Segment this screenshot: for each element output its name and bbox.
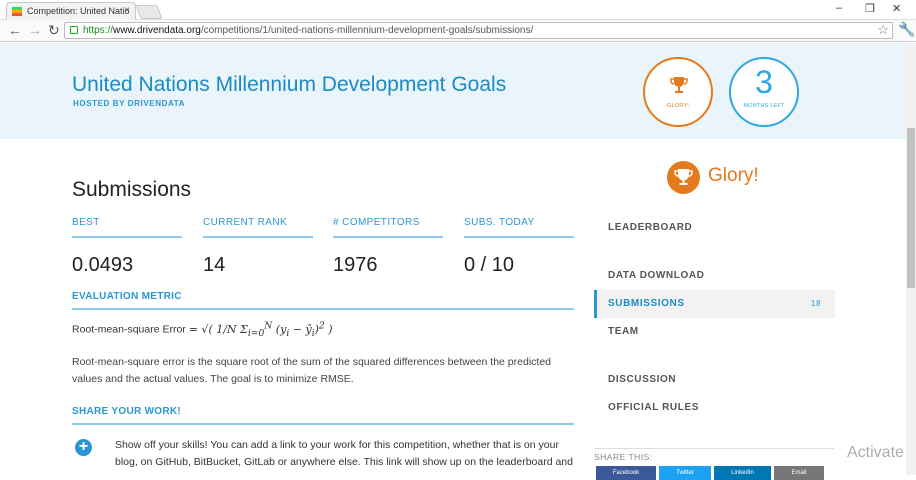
share-this-label: SHARE THIS: bbox=[594, 448, 834, 462]
sidebar-item-label: SUBMISSIONS bbox=[608, 298, 685, 309]
stat-competitors-value: 1976 bbox=[333, 254, 378, 276]
months-left-value: 3 bbox=[755, 64, 773, 100]
months-left-badge: 3 MONTHS LEFT bbox=[729, 57, 799, 127]
url-path: /competitions/1/united-nations-millenniu… bbox=[200, 25, 534, 36]
wrench-icon[interactable]: 🔧 bbox=[898, 21, 915, 38]
sidebar-item-discussion[interactable]: DISCUSSION bbox=[594, 366, 835, 394]
months-left-label: MONTHS LEFT bbox=[743, 103, 785, 109]
rmse-formula: Root-mean-square Error = √( 1/N Σi=0N (y… bbox=[72, 320, 333, 339]
sidebar-item-data-download[interactable]: DATA DOWNLOAD bbox=[594, 262, 835, 290]
back-icon[interactable]: ← bbox=[8, 22, 22, 38]
bookmark-star-icon[interactable]: ☆ bbox=[877, 22, 889, 37]
stat-best-label: BEST bbox=[72, 217, 182, 238]
scrollbar[interactable] bbox=[906, 43, 916, 475]
stat-best-value: 0.0493 bbox=[72, 254, 134, 276]
share-twitter-button[interactable]: Twitter bbox=[659, 466, 711, 480]
share-work-heading: SHARE YOUR WORK! bbox=[72, 406, 574, 425]
new-tab-button[interactable] bbox=[135, 5, 163, 19]
scrollbar-thumb[interactable] bbox=[907, 128, 915, 288]
url-domain: www.drivendata.org bbox=[113, 25, 201, 36]
stat-competitors-label: # COMPETITORS bbox=[333, 217, 443, 238]
submissions-count-badge: 18 bbox=[810, 299, 821, 308]
tab-title: Competition: United Natio bbox=[27, 6, 130, 16]
minimize-icon[interactable]: – bbox=[836, 2, 842, 14]
browser-tab[interactable]: Competition: United Natio × bbox=[6, 2, 136, 20]
sidebar-item-team[interactable]: TEAM bbox=[594, 318, 835, 346]
sidebar-item-official-rules[interactable]: OFFICIAL RULES bbox=[594, 394, 835, 422]
activate-windows-watermark: Activate bbox=[847, 444, 904, 461]
competition-banner: United Nations Millennium Development Go… bbox=[0, 43, 906, 139]
sidebar-item-label: DATA DOWNLOAD bbox=[608, 270, 705, 281]
share-facebook-button[interactable]: Facebook bbox=[596, 466, 656, 480]
sidebar-item-label: LEADERBOARD bbox=[608, 222, 693, 233]
sidebar-item-leaderboard[interactable]: LEADERBOARD bbox=[594, 214, 835, 242]
competition-title[interactable]: United Nations Millennium Development Go… bbox=[72, 73, 506, 97]
stat-subs-today-label: SUBS. TODAY bbox=[464, 217, 574, 238]
stat-rank-label: CURRENT RANK bbox=[203, 217, 313, 238]
close-window-icon[interactable]: ✕ bbox=[892, 2, 901, 15]
formula-math: = √( 1/N Σi=0N (yi − ŷi)2 ) bbox=[188, 320, 333, 339]
evaluation-description: Root-mean-square error is the square roo… bbox=[72, 356, 551, 385]
tab-strip: Competition: United Natio × – ❐ ✕ bbox=[0, 0, 916, 20]
stat-subs-today-value: 0 / 10 bbox=[464, 254, 515, 276]
add-link-plus-icon[interactable]: + bbox=[75, 439, 92, 456]
address-toolbar: ← → ↻ https://www.drivendata.org/competi… bbox=[0, 20, 916, 42]
favicon-icon bbox=[12, 7, 22, 16]
reload-icon[interactable]: ↻ bbox=[48, 22, 60, 38]
url-scheme: https:// bbox=[83, 25, 114, 36]
sidebar-item-label: DISCUSSION bbox=[608, 374, 677, 385]
glory-badge: GLORY! bbox=[643, 57, 713, 127]
restore-icon[interactable]: ❐ bbox=[865, 2, 875, 15]
sidebar-item-label: OFFICIAL RULES bbox=[608, 402, 699, 413]
trophy-icon bbox=[670, 77, 688, 93]
evaluation-metric-heading: EVALUATION METRIC bbox=[72, 291, 574, 310]
lock-icon bbox=[70, 26, 78, 34]
tab-close-icon[interactable]: × bbox=[124, 3, 130, 19]
trophy-icon bbox=[667, 161, 700, 194]
formula-label: Root-mean-square Error bbox=[72, 323, 186, 336]
sidebar-item-label: TEAM bbox=[608, 326, 639, 337]
stat-rank-value: 14 bbox=[203, 254, 226, 276]
url-bar[interactable]: https://www.drivendata.org/competitions/… bbox=[64, 22, 893, 39]
forward-icon[interactable]: → bbox=[28, 22, 42, 38]
hosted-by: HOSTED BY DRIVENDATA bbox=[73, 99, 186, 108]
page-title: Submissions bbox=[72, 178, 192, 201]
glory-label: GLORY! bbox=[667, 103, 689, 109]
prize-label: Glory! bbox=[708, 165, 759, 186]
share-linkedin-button[interactable]: LinkedIn bbox=[714, 466, 771, 480]
share-work-text: Show off your skills! You can add a link… bbox=[115, 439, 573, 468]
sidebar-item-submissions[interactable]: SUBMISSIONS 18 bbox=[594, 290, 835, 318]
share-email-button[interactable]: Email bbox=[774, 466, 824, 480]
